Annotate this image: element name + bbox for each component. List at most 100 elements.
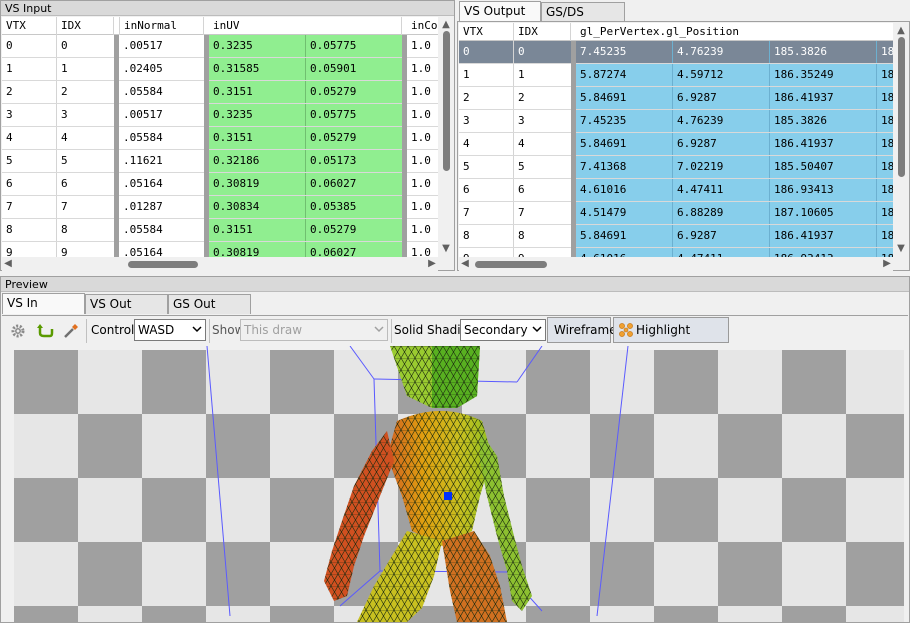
gear-icon[interactable] [10,323,26,339]
tab-vs-out[interactable]: VS Out [85,294,168,314]
col-header-inuv[interactable]: inUV [209,17,402,35]
vs-output-hscroll[interactable]: ◀ ▶ [459,257,893,271]
tab-vs-output[interactable]: VS Output [459,1,541,22]
cell-uv1: 0.05901 [305,58,402,80]
scroll-thumb[interactable] [475,261,547,268]
table-row[interactable]: 4 4.05584 0.3151 0.05279 1.0 [2,127,438,150]
cell-vtx: 5 [2,150,57,172]
cell-co: 1.0 [407,127,438,149]
column-separator[interactable] [204,35,209,257]
cell-idx: 4 [514,133,571,155]
scroll-up-icon[interactable]: ▲ [895,25,907,37]
cell-y: 4.47411 [673,179,770,201]
table-row[interactable]: 99 4.610164.47411186.93413187 [459,248,893,257]
cell-vtx: 3 [459,110,514,132]
table-row[interactable]: 3 3.00517 0.3235 0.05775 1.0 [2,104,438,127]
scroll-down-icon[interactable]: ▼ [440,243,452,255]
scroll-right-icon[interactable]: ▶ [426,258,438,270]
cell-uv0: 0.30819 [209,173,305,195]
preview-toolbar: Controls WASD Show This draw Solid Shadi… [2,315,908,361]
scroll-left-icon[interactable]: ◀ [2,258,14,270]
cell-idx: 6 [514,179,571,201]
table-row[interactable]: 774.514796.88289187.10605187 [459,202,893,225]
table-row[interactable]: 8 8.05584 0.3151 0.05279 1.0 [2,219,438,242]
cell-normal: .00517 [119,104,204,126]
cell-z: 186.41937 [770,225,877,247]
cell-uv1: 0.05279 [305,219,402,241]
eyedropper-icon[interactable] [62,322,80,340]
reset-icon[interactable] [36,322,54,340]
cell-vtx: 1 [2,58,57,80]
cell-idx: 7 [57,196,114,218]
col-header-vtx[interactable]: VTX [2,17,57,35]
table-row[interactable]: 0 0.00517 0.3235 0.05775 1.0 [2,35,438,58]
show-select[interactable]: This draw [240,319,388,341]
col-header-vtx[interactable]: VTX [459,23,514,41]
cell-z: 187.10605 [770,202,877,224]
scroll-right-icon[interactable]: ▶ [881,258,893,270]
table-row[interactable]: 225.846916.9287186.41937186 [459,87,893,110]
cell-vtx: 6 [2,173,57,195]
scroll-down-icon[interactable]: ▼ [895,243,907,255]
mesh-viewport[interactable] [2,346,908,622]
table-row[interactable]: 1 1.02405 0.31585 0.05901 1.0 [2,58,438,81]
tab-vs-in[interactable]: VS In [2,293,85,314]
table-row[interactable]: 9 9 .05164 0.30819 0.06027 1.0 [2,242,438,257]
table-row[interactable]: 557.413687.02219185.50407186 [459,156,893,179]
wireframe-toggle[interactable]: Wireframe [547,317,617,343]
cell-normal: .05164 [119,173,204,195]
vs-input-vscroll[interactable]: ▲ ▼ [439,17,453,257]
chevron-down-icon [192,326,202,333]
cell-x: 4.61016 [576,179,673,201]
cell-uv1: 0.05173 [305,150,402,172]
col-header-gl-position[interactable]: gl_PerVertex.gl_Position [576,23,893,41]
scroll-thumb[interactable] [443,31,450,171]
cell-vtx: 3 [2,104,57,126]
cell-vtx: 8 [2,219,57,241]
tab-gs-out[interactable]: GS Out [168,294,251,314]
table-row[interactable]: 445.846916.9287186.41937186 [459,133,893,156]
table-row[interactable]: 885.846916.9287186.41937186 [459,225,893,248]
chevron-down-icon [374,326,384,333]
cell-co: 1.0 [407,173,438,195]
cell-idx: 6 [57,173,114,195]
scroll-left-icon[interactable]: ◀ [459,258,471,270]
cell-uv1: 0.06027 [305,242,402,257]
column-separator[interactable] [114,35,119,257]
table-row[interactable]: 007.452354.76239185.3826186 [459,41,893,64]
col-header-idx[interactable]: IDX [57,17,114,35]
table-row[interactable]: 7 7.01287 0.30834 0.05385 1.0 [2,196,438,219]
vs-output-vscroll[interactable]: ▲ ▼ [894,23,908,257]
cell-x: 7.45235 [576,110,673,132]
tab-gs-ds-output[interactable]: GS/DS Output [541,2,625,38]
column-separator[interactable] [402,35,407,257]
shading-select[interactable]: Secondary [460,319,546,341]
toolbar-divider [209,319,210,343]
table-row[interactable]: 664.610164.47411186.93413187 [459,179,893,202]
vs-output-panel: VTX IDX gl_PerVertex.gl_Position 0 0 7.452… [457,21,910,271]
selected-vertex-marker [444,492,452,500]
cell-z: 186.41937 [770,133,877,155]
scroll-up-icon[interactable]: ▲ [440,19,452,31]
vs-input-hscroll[interactable]: ◀ ▶ [2,257,438,271]
cell-x: 5.84691 [576,225,673,247]
col-header-innormal[interactable]: inNormal [119,17,204,35]
table-row[interactable]: 337.452354.76239185.3826186 [459,110,893,133]
col-header-inco[interactable]: inCo [407,17,438,35]
table-row[interactable]: 2 2.05584 0.3151 0.05279 1.0 [2,81,438,104]
cell-idx: 3 [57,104,114,126]
cell-vtx: 5 [459,156,514,178]
highlight-vertices-toggle[interactable]: Highlight Vertices [613,317,729,361]
cell-co: 1.0 [407,242,438,257]
scroll-thumb[interactable] [898,37,905,177]
table-row[interactable]: 5 5.11621 0.32186 0.05173 1.0 [2,150,438,173]
col-header-idx[interactable]: IDX [514,23,571,41]
table-row[interactable]: 6 6.05164 0.30819 0.06027 1.0 [2,173,438,196]
shading-select-value: Secondary [464,323,528,337]
table-row[interactable]: 115.872744.59712186.35249186 [459,64,893,87]
cell-uv1: 0.05385 [305,196,402,218]
scroll-thumb[interactable] [128,261,198,268]
cell-idx: 2 [514,87,571,109]
column-separator[interactable] [571,41,576,257]
controls-select[interactable]: WASD [134,319,206,341]
